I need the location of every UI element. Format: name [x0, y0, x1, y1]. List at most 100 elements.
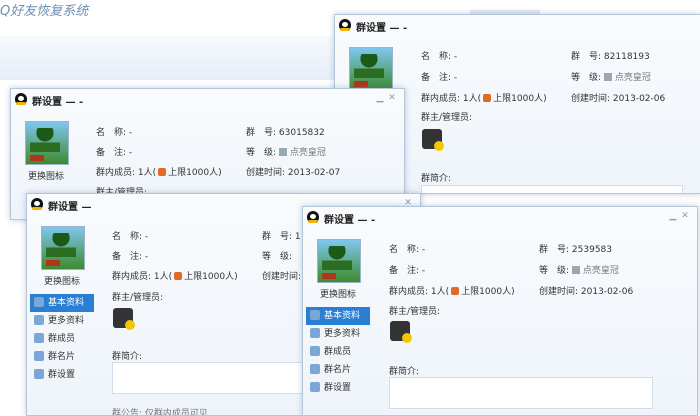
members-limit: 上限1000人	[168, 168, 219, 178]
minimize-icon[interactable]: ▁	[667, 211, 679, 221]
level-label: 等 级:	[262, 252, 293, 262]
number-label: 群 号:	[246, 128, 277, 138]
members-row: 群内成员: 1人(上限1000人)	[112, 269, 238, 282]
crown-icon	[603, 73, 612, 81]
intro-box[interactable]	[389, 377, 653, 409]
number-row: 群 号: 1	[262, 229, 301, 242]
admins-label: 群主/管理员:	[389, 307, 441, 317]
nav-more-info[interactable]: 更多资料	[30, 312, 94, 330]
nav-basic-info[interactable]: 基本资料	[30, 294, 94, 312]
nav-name-card[interactable]: 群名片	[306, 361, 370, 379]
qq-penguin-icon	[31, 198, 43, 210]
close-icon[interactable]: ✕	[679, 211, 691, 221]
name-row: 名 称: -	[96, 125, 132, 138]
number-row: 群 号: 63015832	[246, 125, 325, 138]
created-label: 创建时间:	[539, 287, 579, 297]
name-label: 名 称:	[421, 52, 452, 62]
settings-nav: 基本资料 更多资料 群成员 群名片 群设置	[306, 307, 370, 397]
close-icon[interactable]: ✕	[386, 93, 398, 103]
nav-more-info[interactable]: 更多资料	[306, 325, 370, 343]
members-row: 群内成员: 1人(上限1000人)	[389, 284, 515, 297]
remark-value: -	[128, 148, 133, 158]
more-info-icon	[34, 315, 44, 325]
created-label: 创建时间:	[571, 94, 611, 104]
remark-label: 备 注:	[389, 266, 420, 276]
intro-label: 群简介:	[421, 174, 452, 184]
qq-penguin-icon	[15, 93, 27, 105]
name-card-icon	[310, 364, 320, 374]
group-avatar[interactable]	[349, 47, 393, 91]
nav-members[interactable]: 群成员	[306, 343, 370, 361]
settings-icon	[310, 382, 320, 392]
settings-nav: 基本资料 更多资料 群成员 群名片 群设置	[30, 294, 94, 384]
owner-avatar[interactable]	[113, 308, 135, 330]
level-label: 等 级:	[246, 148, 277, 158]
name-row: 名 称: -	[389, 242, 425, 255]
level-value: 点亮皇冠	[289, 148, 326, 158]
nav-members[interactable]: 群成员	[30, 330, 94, 348]
members-icon	[34, 333, 44, 343]
owner-avatar[interactable]	[422, 129, 444, 151]
group-settings-window: 群设置 — - ▁ ✕ 更换图标 基本资料 更多资料 群成员 群名片 群设置 名 …	[302, 206, 698, 416]
level-label: 等 级:	[571, 73, 602, 83]
owner-avatar[interactable]	[390, 321, 412, 343]
more-info-icon	[310, 328, 320, 338]
level-row: 等 级:	[262, 249, 292, 262]
number-label: 群 号:	[262, 232, 293, 242]
intro-box[interactable]	[421, 185, 683, 193]
number-value: 1	[294, 232, 301, 242]
qq-penguin-icon	[339, 19, 351, 31]
admins-label: 群主/管理员:	[112, 293, 164, 303]
nav-group-settings[interactable]: 群设置	[306, 379, 370, 397]
change-icon-link[interactable]: 更换图标	[27, 274, 97, 287]
number-row: 群 号: 82118193	[571, 49, 650, 62]
number-label: 群 号:	[571, 52, 602, 62]
nav-name-card[interactable]: 群名片	[30, 348, 94, 366]
minimize-icon[interactable]: ▁	[374, 93, 386, 103]
profile-card-icon	[310, 310, 320, 320]
group-avatar[interactable]	[25, 121, 69, 165]
number-label: 群 号:	[539, 245, 570, 255]
remark-row: 备 注: -	[389, 263, 425, 276]
name-value: -	[421, 245, 426, 255]
created-row: 创建时间:	[262, 269, 301, 282]
created-row: 创建时间: 2013-02-06	[539, 284, 633, 297]
level-row: 等 级: 点亮皇冠	[571, 70, 651, 83]
remark-value: -	[421, 266, 426, 276]
members-row: 群内成员: 1人(上限1000人)	[421, 91, 547, 104]
window-controls: ▁ ✕	[667, 211, 691, 221]
window-title: 群设置 —	[48, 202, 92, 213]
name-card-icon	[34, 351, 44, 361]
level-value: 点亮皇冠	[614, 73, 651, 83]
number-value: 2539583	[571, 245, 613, 255]
group-avatar[interactable]	[317, 239, 361, 283]
intro-label: 群简介:	[389, 367, 420, 377]
created-row: 创建时间: 2013-02-06	[571, 91, 665, 104]
crown-icon	[571, 266, 580, 274]
number-value: 63015832	[278, 128, 325, 138]
nav-basic-info[interactable]: 基本资料	[306, 307, 370, 325]
created-label: 创建时间:	[246, 168, 286, 178]
group-avatar[interactable]	[41, 226, 85, 270]
window-controls: ▁ ✕	[374, 93, 398, 103]
members-label: 群内成员:	[96, 168, 136, 178]
members-label: 群内成员:	[421, 94, 461, 104]
upgrade-icon	[174, 272, 183, 280]
nav-group-settings[interactable]: 群设置	[30, 366, 94, 384]
window-title: 群设置 — -	[324, 215, 376, 226]
upgrade-icon	[483, 94, 492, 102]
remark-label: 备 注:	[421, 73, 452, 83]
created-value: 2013-02-07	[287, 168, 341, 178]
remark-row: 备 注: -	[112, 249, 148, 262]
change-icon-link[interactable]: 更换图标	[303, 287, 373, 300]
name-label: 名 称:	[96, 128, 127, 138]
members-limit: 上限1000人	[184, 272, 235, 282]
members-close-paren: )	[218, 168, 222, 178]
window-titlebar[interactable]: 群设置 — -	[335, 15, 700, 35]
change-icon-link[interactable]: 更换图标	[11, 169, 81, 182]
window-titlebar[interactable]: 群设置 — - ▁ ✕	[303, 207, 697, 227]
members-limit: 上限1000人	[493, 94, 544, 104]
name-label: 名 称:	[112, 232, 143, 242]
window-titlebar[interactable]: 群设置 — - ▁ ✕	[11, 89, 404, 109]
number-row: 群 号: 2539583	[539, 242, 612, 255]
